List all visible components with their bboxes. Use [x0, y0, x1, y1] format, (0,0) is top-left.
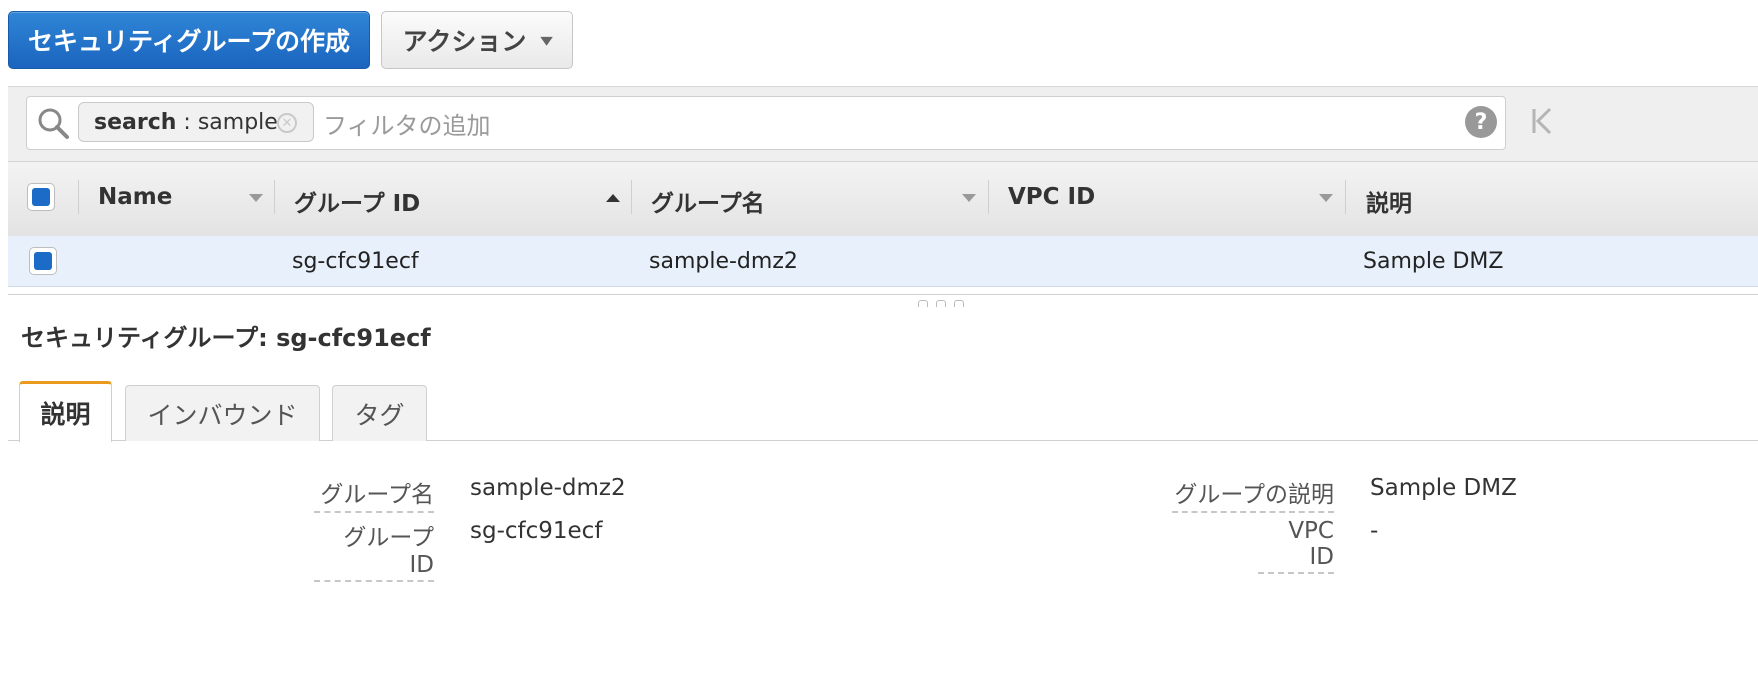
column-divider [1345, 180, 1346, 214]
first-page-icon[interactable] [1530, 106, 1554, 143]
sort-up-icon[interactable] [606, 194, 620, 202]
pane-splitter[interactable] [8, 294, 1758, 295]
column-divider [988, 180, 989, 214]
filter-token-separator: : [176, 109, 198, 135]
column-header-vpc-id[interactable]: VPC ID [1008, 184, 1095, 210]
select-all-checkbox[interactable] [27, 183, 55, 211]
column-header-group-name[interactable]: グループ名 [651, 184, 765, 218]
table-header [8, 161, 1758, 237]
detail-label-group-description: グループの説明 [1172, 475, 1334, 513]
search-placeholder: フィルタの追加 [323, 112, 491, 140]
tab-description[interactable]: 説明 [19, 381, 112, 442]
create-security-group-button[interactable]: セキュリティグループの作成 [8, 11, 370, 69]
resize-grip-icon[interactable] [954, 300, 964, 307]
detail-value-group-name: sample-dmz2 [470, 475, 626, 501]
detail-label-group-name: グループ名 [314, 475, 434, 513]
resize-grip-icon[interactable] [918, 300, 928, 307]
detail-label-group-id: グループ ID [314, 518, 434, 582]
search-icon [38, 108, 69, 139]
actions-label: アクション [402, 27, 527, 56]
tab-inbound-label: インバウンド [147, 400, 298, 430]
filter-token[interactable]: search : sample ✕ [78, 102, 314, 142]
cell-description: Sample DMZ [1363, 249, 1504, 274]
tab-description-label: 説明 [40, 400, 91, 429]
tab-tags-label: タグ [354, 400, 405, 430]
sort-down-icon[interactable] [1319, 194, 1333, 202]
detail-value-group-description: Sample DMZ [1370, 475, 1517, 501]
cell-group-name: sample-dmz2 [649, 249, 798, 274]
create-security-group-label: セキュリティグループの作成 [27, 27, 350, 56]
cell-group-id: sg-cfc91ecf [292, 249, 419, 274]
details-title: セキュリティグループ: sg-cfc91ecf [21, 324, 431, 352]
filter-token-value: sample [197, 109, 278, 135]
actions-dropdown-button[interactable]: アクション ▾ [381, 11, 573, 69]
column-divider [274, 180, 275, 214]
detail-value-vpc-id: - [1370, 518, 1379, 544]
column-divider [631, 180, 632, 214]
resize-grip-icon[interactable] [936, 300, 946, 307]
help-icon[interactable]: ? [1465, 106, 1497, 138]
column-header-group-id[interactable]: グループ ID [294, 184, 420, 218]
sort-down-icon[interactable] [962, 194, 976, 202]
column-header-description[interactable]: 説明 [1366, 184, 1412, 218]
filter-token-key: search [94, 109, 177, 135]
row-checkbox[interactable] [29, 247, 57, 275]
remove-token-icon[interactable]: ✕ [277, 113, 297, 133]
column-divider [78, 180, 79, 214]
detail-value-group-id: sg-cfc91ecf [470, 518, 603, 544]
column-header-name[interactable]: Name [98, 184, 172, 210]
sort-down-icon[interactable] [249, 194, 263, 202]
chevron-down-icon: ▾ [540, 29, 554, 51]
detail-label-vpc-id: VPC ID [1258, 518, 1334, 574]
tab-tags[interactable]: タグ [332, 385, 427, 441]
tab-inbound[interactable]: インバウンド [125, 385, 320, 441]
